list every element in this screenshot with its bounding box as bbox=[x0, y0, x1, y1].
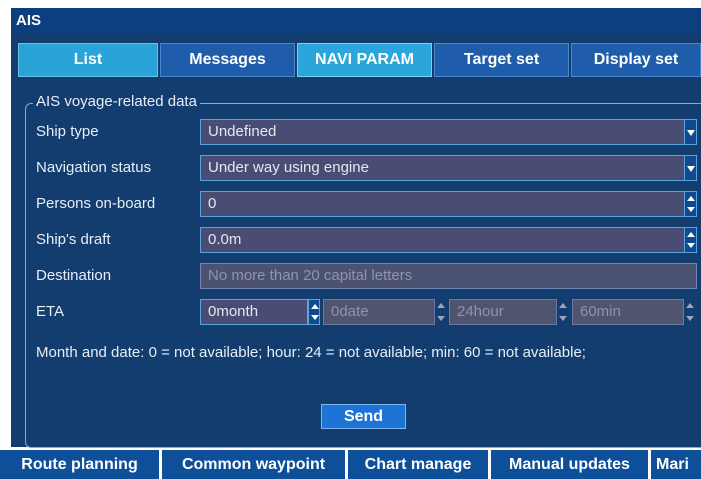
draft-value: 0.0m bbox=[208, 231, 242, 248]
draft-label: Ship's draft bbox=[36, 231, 111, 248]
ais-window: AIS List Messages NAVI PARAM Target set … bbox=[0, 0, 701, 479]
eta-month-input[interactable]: 0month bbox=[200, 299, 308, 325]
eta-min-input[interactable]: 60min bbox=[572, 299, 684, 325]
group-legend: AIS voyage-related data bbox=[33, 93, 200, 110]
persons-label: Persons on-board bbox=[36, 195, 156, 212]
spin-arrows-icon[interactable] bbox=[684, 191, 697, 217]
title-bar: AIS bbox=[11, 8, 701, 34]
ship-type-label: Ship type bbox=[36, 123, 99, 140]
ship-type-select[interactable]: Undefined bbox=[200, 119, 697, 145]
nav-status-value: Under way using engine bbox=[208, 159, 369, 176]
tab-route-planning[interactable]: Route planning bbox=[0, 450, 159, 479]
month-spin-icon[interactable] bbox=[308, 299, 320, 325]
date-spin-icon[interactable] bbox=[435, 299, 447, 325]
min-spin-icon[interactable] bbox=[684, 299, 696, 325]
tab-manual-updates[interactable]: Manual updates bbox=[491, 450, 648, 479]
tab-messages[interactable]: Messages bbox=[160, 43, 295, 77]
draft-stepper[interactable]: 0.0m bbox=[200, 227, 697, 253]
tab-navi-param[interactable]: NAVI PARAM bbox=[297, 43, 432, 77]
nav-status-label: Navigation status bbox=[36, 159, 152, 176]
bottom-tab-bar: Route planning Common waypoint Chart man… bbox=[0, 450, 701, 479]
spin-arrows-icon[interactable] bbox=[684, 227, 697, 253]
destination-label: Destination bbox=[36, 267, 112, 284]
window-title: AIS bbox=[16, 12, 42, 29]
tab-chart-manage[interactable]: Chart manage bbox=[348, 450, 488, 479]
tab-mari[interactable]: Mari bbox=[651, 450, 701, 479]
chevron-down-icon[interactable] bbox=[684, 119, 697, 145]
persons-stepper[interactable]: 0 bbox=[200, 191, 697, 217]
availability-note: Month and date: 0 = not available; hour:… bbox=[36, 344, 586, 361]
main-panel: List Messages NAVI PARAM Target set Disp… bbox=[11, 34, 701, 448]
send-button[interactable]: Send bbox=[321, 404, 406, 429]
ship-type-value: Undefined bbox=[208, 123, 277, 140]
destination-input[interactable]: No more than 20 capital letters bbox=[200, 263, 697, 289]
eta-hour-input[interactable]: 24hour bbox=[449, 299, 557, 325]
eta-label: ETA bbox=[36, 303, 65, 320]
chevron-down-icon[interactable] bbox=[684, 155, 697, 181]
tab-display-set[interactable]: Display set bbox=[571, 43, 701, 77]
tab-bar: List Messages NAVI PARAM Target set Disp… bbox=[18, 43, 701, 79]
persons-value: 0 bbox=[208, 195, 217, 212]
tab-target-set[interactable]: Target set bbox=[434, 43, 569, 77]
tab-common-waypoint[interactable]: Common waypoint bbox=[162, 450, 345, 479]
eta-date-input[interactable]: 0date bbox=[323, 299, 435, 325]
hour-spin-icon[interactable] bbox=[557, 299, 569, 325]
tab-list[interactable]: List bbox=[18, 43, 158, 77]
nav-status-select[interactable]: Under way using engine bbox=[200, 155, 697, 181]
